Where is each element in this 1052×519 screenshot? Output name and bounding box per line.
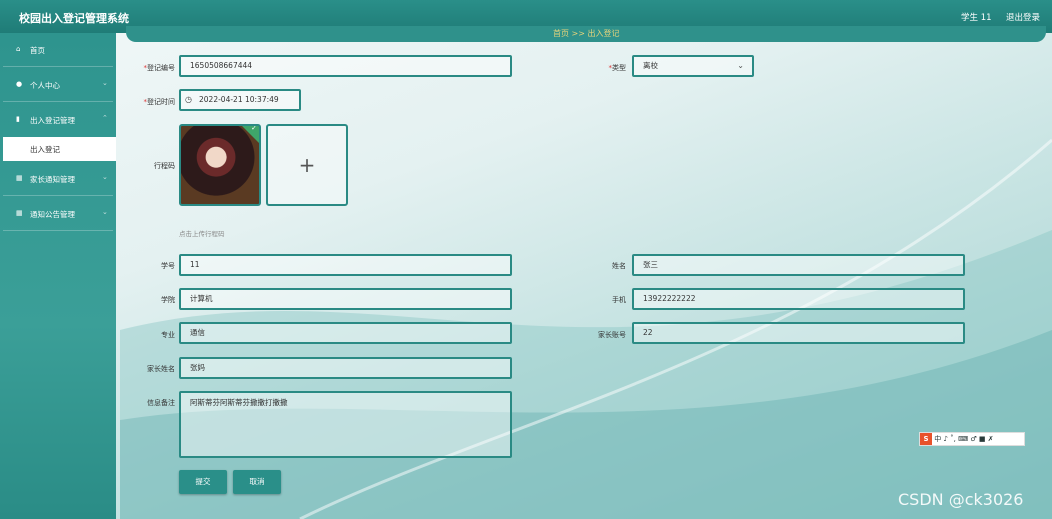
sidebar-item-label: 家长通知管理 xyxy=(30,175,75,184)
check-icon: ✓ xyxy=(251,124,257,133)
note-textarea[interactable]: 阿斯蒂芬阿斯蒂芬撒撒打撒撒 xyxy=(179,391,512,458)
upload-success-badge: ✓ xyxy=(242,124,259,143)
breadcrumb: 首页 >> 出入登记 xyxy=(553,29,620,38)
reg-no-label: *登记编号 xyxy=(130,63,176,73)
sidebar-item-profile[interactable]: ● 个人中心 ⌄ xyxy=(0,68,116,102)
grid-icon: ▦ xyxy=(16,174,23,182)
reg-time-field[interactable]: ◷ 2022-04-21 10:37:49 xyxy=(179,89,301,111)
phone-field[interactable]: 13922222222 xyxy=(632,288,965,310)
college-field[interactable]: 计算机 xyxy=(179,288,512,310)
reg-time-label: *登记时间 xyxy=(130,97,176,107)
sidebar-item-home[interactable]: ⌂ 首页 xyxy=(0,33,116,67)
sidebar-subitem-label: 出入登记 xyxy=(30,145,60,154)
type-label: *类型 xyxy=(590,63,627,73)
sidebar-item-label: 首页 xyxy=(30,46,45,55)
note-label: 信息备注 xyxy=(147,399,175,407)
upload-hint: 点击上传行程码 xyxy=(179,230,225,238)
reg-time-label-text: 登记时间 xyxy=(147,98,175,106)
phone-label: 手机 xyxy=(612,296,626,304)
sidebar-item-announcements[interactable]: ▦ 通知公告管理 ⌄ xyxy=(0,197,116,231)
divider xyxy=(3,101,113,102)
chevron-down-icon: ⌄ xyxy=(102,208,108,216)
parent-name-label: 家长姓名 xyxy=(147,365,175,373)
sidebar-item-label: 通知公告管理 xyxy=(30,210,75,219)
system-title: 校园出入登记管理系统 xyxy=(19,12,129,25)
major-field[interactable]: 通信 xyxy=(179,322,512,344)
student-no-label: 学号 xyxy=(161,262,175,270)
trip-code-label: 行程码 xyxy=(154,162,175,170)
name-field[interactable]: 张三 xyxy=(632,254,965,276)
watermark: CSDN @ck3026 xyxy=(898,490,1024,509)
parent-account-field[interactable]: 22 xyxy=(632,322,965,344)
chart-icon: ▮ xyxy=(16,115,20,123)
divider xyxy=(3,230,113,231)
divider xyxy=(3,195,113,196)
type-label-text: 类型 xyxy=(612,64,626,72)
student-no-field[interactable]: 11 xyxy=(179,254,512,276)
chevron-down-icon: ⌄ xyxy=(737,61,744,70)
sidebar-item-parent-notice[interactable]: ▦ 家长通知管理 ⌄ xyxy=(0,162,116,196)
reg-no-field[interactable]: 1650508667444 xyxy=(179,55,512,77)
sidebar-item-label: 出入登记管理 xyxy=(30,116,75,125)
sidebar-subitem-entry-register[interactable]: 出入登记 xyxy=(3,137,116,161)
type-select-value: 离校 xyxy=(643,61,658,70)
major-label: 专业 xyxy=(161,331,175,339)
parent-name-field[interactable]: 张妈 xyxy=(179,357,512,379)
grid-icon: ▦ xyxy=(16,209,23,217)
logout-link[interactable]: 退出登录 xyxy=(1006,11,1040,23)
sogou-logo-icon: S xyxy=(920,433,932,445)
current-user: 学生 11 xyxy=(961,13,992,23)
sidebar-item-label: 个人中心 xyxy=(30,81,60,90)
name-label: 姓名 xyxy=(612,262,626,270)
sidebar-item-entry-records[interactable]: ▮ 出入登记管理 ⌃ xyxy=(0,103,116,137)
sidebar: ⌂ 首页 ● 个人中心 ⌄ ▮ 出入登记管理 ⌃ 出入登记 ▦ 家长通知管理 ⌄… xyxy=(0,33,116,519)
reg-time-value: 2022-04-21 10:37:49 xyxy=(199,95,279,104)
parent-account-label: 家长账号 xyxy=(598,331,626,339)
trip-code-image[interactable]: ✓ xyxy=(179,124,261,206)
cancel-button[interactable]: 取消 xyxy=(233,470,281,494)
college-label: 学院 xyxy=(161,296,175,304)
upload-button[interactable]: + xyxy=(266,124,348,206)
chevron-down-icon: ⌄ xyxy=(102,79,108,87)
type-select[interactable]: 离校 ⌄ xyxy=(632,55,754,77)
submit-button[interactable]: 提交 xyxy=(179,470,227,494)
divider xyxy=(3,66,113,67)
chevron-up-icon: ⌃ xyxy=(102,114,108,122)
reg-no-label-text: 登记编号 xyxy=(147,64,175,72)
ime-status: 中 ♪ ˚, ⌨ ♂ ■ ✗ xyxy=(934,435,994,443)
chevron-down-icon: ⌄ xyxy=(102,173,108,181)
user-icon: ● xyxy=(16,80,23,88)
ime-toolbar[interactable]: S 中 ♪ ˚, ⌨ ♂ ■ ✗ xyxy=(919,432,1025,446)
home-icon: ⌂ xyxy=(16,45,21,53)
clock-icon: ◷ xyxy=(185,95,192,104)
